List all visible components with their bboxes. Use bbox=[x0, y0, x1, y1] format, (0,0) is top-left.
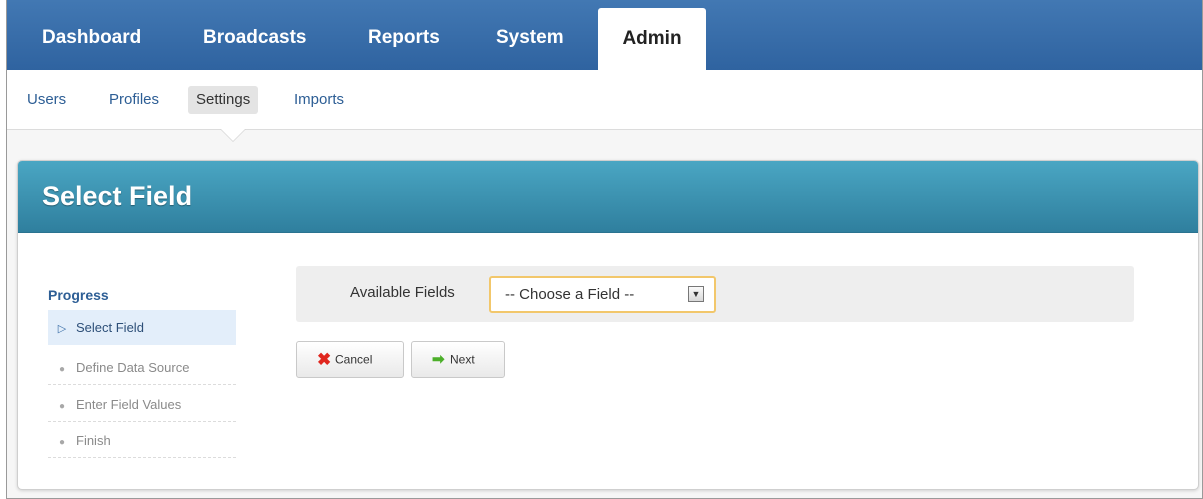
circle-icon: ● bbox=[58, 437, 66, 448]
next-button[interactable]: ➡ Next bbox=[411, 341, 505, 378]
chevron-down-icon[interactable]: ▼ bbox=[688, 286, 704, 302]
subnav-item-imports[interactable]: Imports bbox=[286, 86, 352, 114]
subnav-item-users[interactable]: Users bbox=[19, 86, 74, 114]
tab-broadcasts[interactable]: Broadcasts bbox=[203, 0, 307, 70]
progress-step-define-data-source: ● Define Data Source bbox=[48, 350, 236, 385]
progress-title: Progress bbox=[48, 287, 109, 303]
tab-reports[interactable]: Reports bbox=[368, 0, 440, 70]
page-title: Select Field bbox=[42, 181, 193, 211]
tab-admin[interactable]: Admin bbox=[598, 8, 706, 70]
sub-navigation: Users Profiles Settings Imports bbox=[7, 70, 1202, 130]
next-label: Next bbox=[450, 352, 475, 367]
arrow-right-icon: ➡ bbox=[432, 351, 445, 369]
subnav-item-settings[interactable]: Settings bbox=[188, 86, 259, 114]
tab-dashboard[interactable]: Dashboard bbox=[42, 0, 141, 70]
top-navigation: Dashboard Broadcasts Reports System Admi… bbox=[7, 0, 1202, 70]
subnav-item-profiles[interactable]: Profiles bbox=[101, 86, 167, 114]
field-row: Available Fields -- Choose a Field -- ▼ bbox=[296, 266, 1134, 322]
progress-step-label: Enter Field Values bbox=[76, 397, 182, 412]
circle-icon: ● bbox=[58, 401, 66, 412]
triangle-right-icon: ▷ bbox=[57, 323, 67, 335]
progress-step-enter-field-values: ● Enter Field Values bbox=[48, 387, 236, 422]
progress-step-label: Finish bbox=[76, 433, 111, 448]
available-fields-label: Available Fields bbox=[350, 284, 455, 301]
cancel-button[interactable]: ✖ Cancel bbox=[296, 341, 404, 378]
subnav-pointer bbox=[221, 129, 245, 141]
progress-step-label: Define Data Source bbox=[76, 360, 190, 375]
circle-icon: ● bbox=[58, 364, 66, 375]
tab-system[interactable]: System bbox=[496, 0, 564, 70]
progress-step-finish: ● Finish bbox=[48, 423, 236, 458]
progress-step-select-field: ▷ Select Field bbox=[48, 310, 236, 345]
x-icon: ✖ bbox=[317, 350, 332, 370]
cancel-label: Cancel bbox=[335, 352, 373, 367]
progress-step-label: Select Field bbox=[76, 320, 144, 335]
wizard-panel: Select Field Progress ▷ Select Field ● Def… bbox=[17, 160, 1199, 490]
available-fields-select[interactable]: -- Choose a Field -- ▼ bbox=[489, 276, 716, 313]
panel-header: Select Field bbox=[18, 161, 1198, 233]
select-value: -- Choose a Field -- bbox=[505, 286, 635, 303]
app-frame: Dashboard Broadcasts Reports System Admi… bbox=[6, 0, 1203, 499]
